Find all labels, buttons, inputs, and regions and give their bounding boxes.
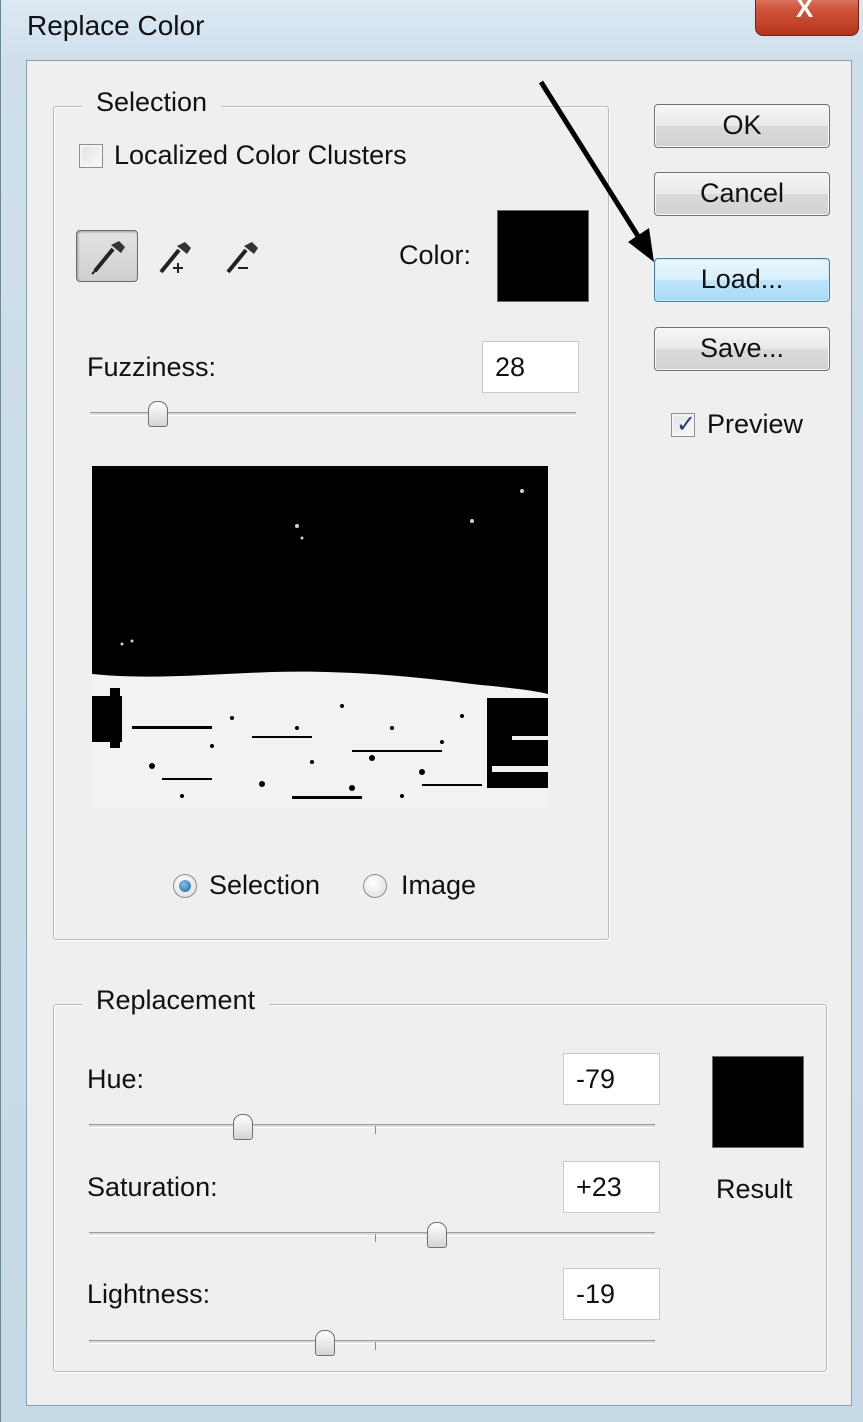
result-label: Result — [716, 1174, 793, 1204]
lightness-slider-thumb[interactable] — [315, 1330, 336, 1356]
selection-view-label[interactable]: Selection — [209, 870, 320, 901]
subtract-from-sample-tool[interactable] — [216, 230, 278, 282]
image-view-radio[interactable] — [363, 874, 387, 898]
ok-button[interactable]: OK — [654, 104, 830, 148]
saturation-slider-track[interactable] — [89, 1232, 655, 1236]
lightness-slider-center-tick — [375, 1342, 376, 1350]
selection-color-swatch[interactable] — [497, 210, 589, 302]
saturation-slider-thumb[interactable] — [427, 1222, 448, 1248]
eyedropper-minus-icon — [226, 242, 258, 274]
lightness-input[interactable]: -19 — [563, 1268, 660, 1320]
saturation-label: Saturation: — [87, 1172, 218, 1202]
localized-color-clusters-checkbox[interactable] — [79, 144, 103, 168]
hue-slider-thumb[interactable] — [233, 1114, 254, 1140]
save-button[interactable]: Save... — [654, 327, 830, 371]
replace-color-dialog: Replace Color X Selection Localized Colo… — [0, 0, 863, 1422]
eyedropper-tool[interactable] — [76, 230, 138, 282]
eyedropper-icon — [91, 241, 125, 275]
preview-label[interactable]: Preview — [707, 409, 803, 440]
hue-slider-track[interactable] — [89, 1124, 655, 1128]
cancel-button[interactable]: Cancel — [654, 172, 830, 216]
title-bar[interactable]: Replace Color X — [1, 0, 863, 56]
selection-group-title: Selection — [82, 87, 222, 118]
window-title: Replace Color — [27, 10, 205, 41]
close-button[interactable]: X — [755, 0, 859, 36]
selection-preview-image — [92, 466, 548, 808]
hue-label: Hue: — [87, 1064, 145, 1094]
replacement-group-title: Replacement — [82, 985, 270, 1016]
color-label: Color: — [399, 240, 472, 270]
saturation-slider-center-tick — [375, 1234, 376, 1242]
add-to-sample-tool[interactable] — [149, 230, 211, 282]
hue-input[interactable]: -79 — [563, 1053, 660, 1105]
selection-mask-image — [92, 466, 548, 808]
load-button[interactable]: Load... — [654, 258, 830, 302]
saturation-input[interactable]: +23 — [563, 1161, 660, 1213]
image-view-label[interactable]: Image — [401, 870, 476, 901]
fuzziness-label: Fuzziness: — [87, 352, 217, 382]
fuzziness-slider-thumb[interactable] — [148, 401, 169, 427]
checkmark-icon: ✓ — [676, 411, 697, 438]
lightness-slider-track[interactable] — [89, 1340, 655, 1344]
lightness-label: Lightness: — [87, 1279, 211, 1309]
localized-color-clusters-label[interactable]: Localized Color Clusters — [114, 140, 407, 171]
hue-slider-center-tick — [375, 1126, 376, 1134]
preview-checkbox[interactable]: ✓ — [671, 411, 697, 438]
selection-view-radio[interactable] — [173, 874, 197, 898]
eyedropper-plus-icon — [159, 242, 191, 274]
close-icon: X — [796, 0, 814, 23]
fuzziness-input[interactable]: 28 — [482, 341, 579, 393]
result-color-swatch[interactable] — [712, 1056, 804, 1148]
